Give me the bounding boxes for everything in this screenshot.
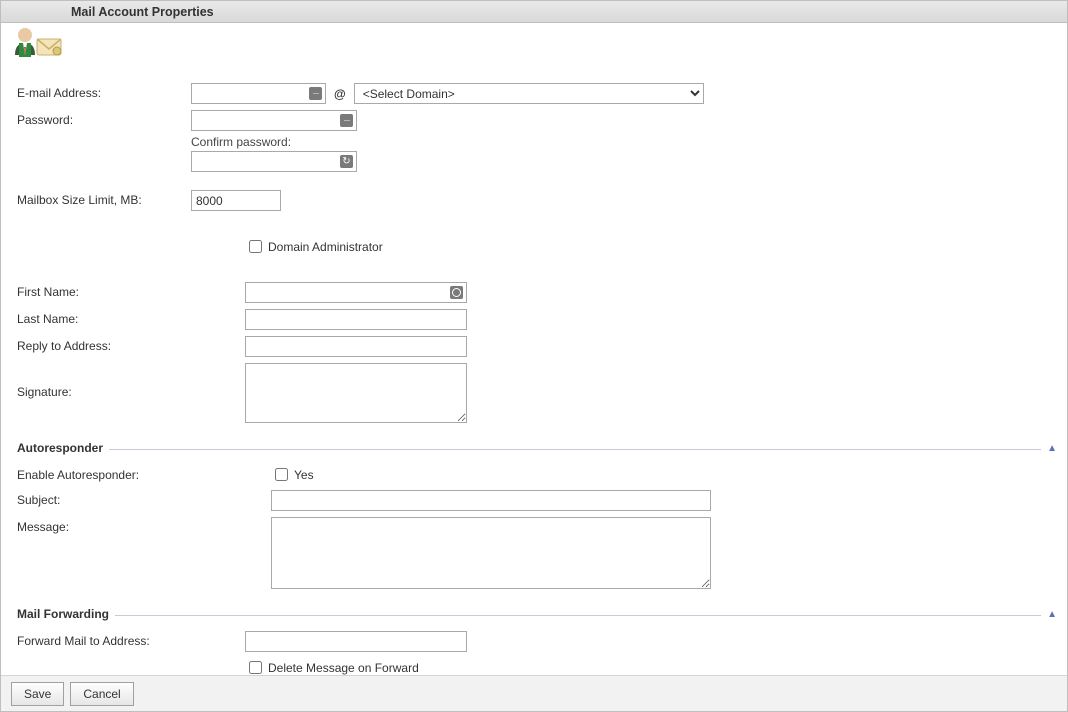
autoresponder-yes-label: Yes <box>294 468 314 482</box>
autoresponder-section-header: Autoresponder ▲ <box>11 441 1057 455</box>
email-input[interactable] <box>191 83 326 104</box>
dialog-footer: Save Cancel <box>1 675 1067 711</box>
delete-on-forward-checkbox[interactable] <box>249 661 262 674</box>
at-sign: @ <box>334 87 346 101</box>
email-label: E-mail Address: <box>11 83 191 100</box>
message-label: Message: <box>11 517 191 534</box>
last-name-input[interactable] <box>245 309 467 330</box>
reply-to-label: Reply to Address: <box>11 336 191 353</box>
last-name-label: Last Name: <box>11 309 191 326</box>
reply-to-input[interactable] <box>245 336 467 357</box>
signature-label: Signature: <box>11 363 191 399</box>
enable-autoresponder-checkbox[interactable] <box>275 468 288 481</box>
forward-to-input[interactable] <box>245 631 467 652</box>
cancel-button[interactable]: Cancel <box>70 682 133 706</box>
confirm-password-input[interactable] <box>191 151 357 172</box>
domain-admin-label: Domain Administrator <box>268 240 383 254</box>
password-input[interactable] <box>191 110 357 131</box>
mail-forwarding-section-header: Mail Forwarding ▲ <box>11 607 1057 621</box>
domain-select[interactable]: <Select Domain> <box>354 83 704 104</box>
mailbox-limit-label: Mailbox Size Limit, MB: <box>11 190 191 207</box>
mail-account-icon <box>11 25 65 59</box>
subject-label: Subject: <box>11 490 191 507</box>
mail-account-properties-window: Mail Account Properties E-mail Address: … <box>0 0 1068 712</box>
domain-admin-checkbox[interactable] <box>249 240 262 253</box>
password-label: Password: <box>11 110 191 127</box>
subject-input[interactable] <box>271 490 711 511</box>
first-name-label: First Name: <box>11 282 191 299</box>
collapse-toggle[interactable]: ▲ <box>1047 443 1057 454</box>
signature-textarea[interactable] <box>245 363 467 423</box>
section-divider <box>109 449 1041 450</box>
first-name-input[interactable] <box>245 282 467 303</box>
autoresponder-section-title: Autoresponder <box>11 441 109 455</box>
window-titlebar: Mail Account Properties <box>1 1 1067 23</box>
mail-forwarding-section-title: Mail Forwarding <box>11 607 115 621</box>
delete-on-forward-label: Delete Message on Forward <box>268 661 419 675</box>
window-title: Mail Account Properties <box>71 5 214 19</box>
save-button[interactable]: Save <box>11 682 64 706</box>
forward-to-label: Forward Mail to Address: <box>11 631 191 648</box>
collapse-toggle[interactable]: ▲ <box>1047 609 1057 620</box>
mailbox-limit-input[interactable] <box>191 190 281 211</box>
section-divider <box>115 615 1041 616</box>
enable-autoresponder-label: Enable Autoresponder: <box>11 465 191 482</box>
form-content: E-mail Address: @ <Select Domain> Passwo… <box>1 23 1067 675</box>
confirm-password-label: Confirm password: <box>191 135 291 149</box>
message-textarea[interactable] <box>271 517 711 589</box>
